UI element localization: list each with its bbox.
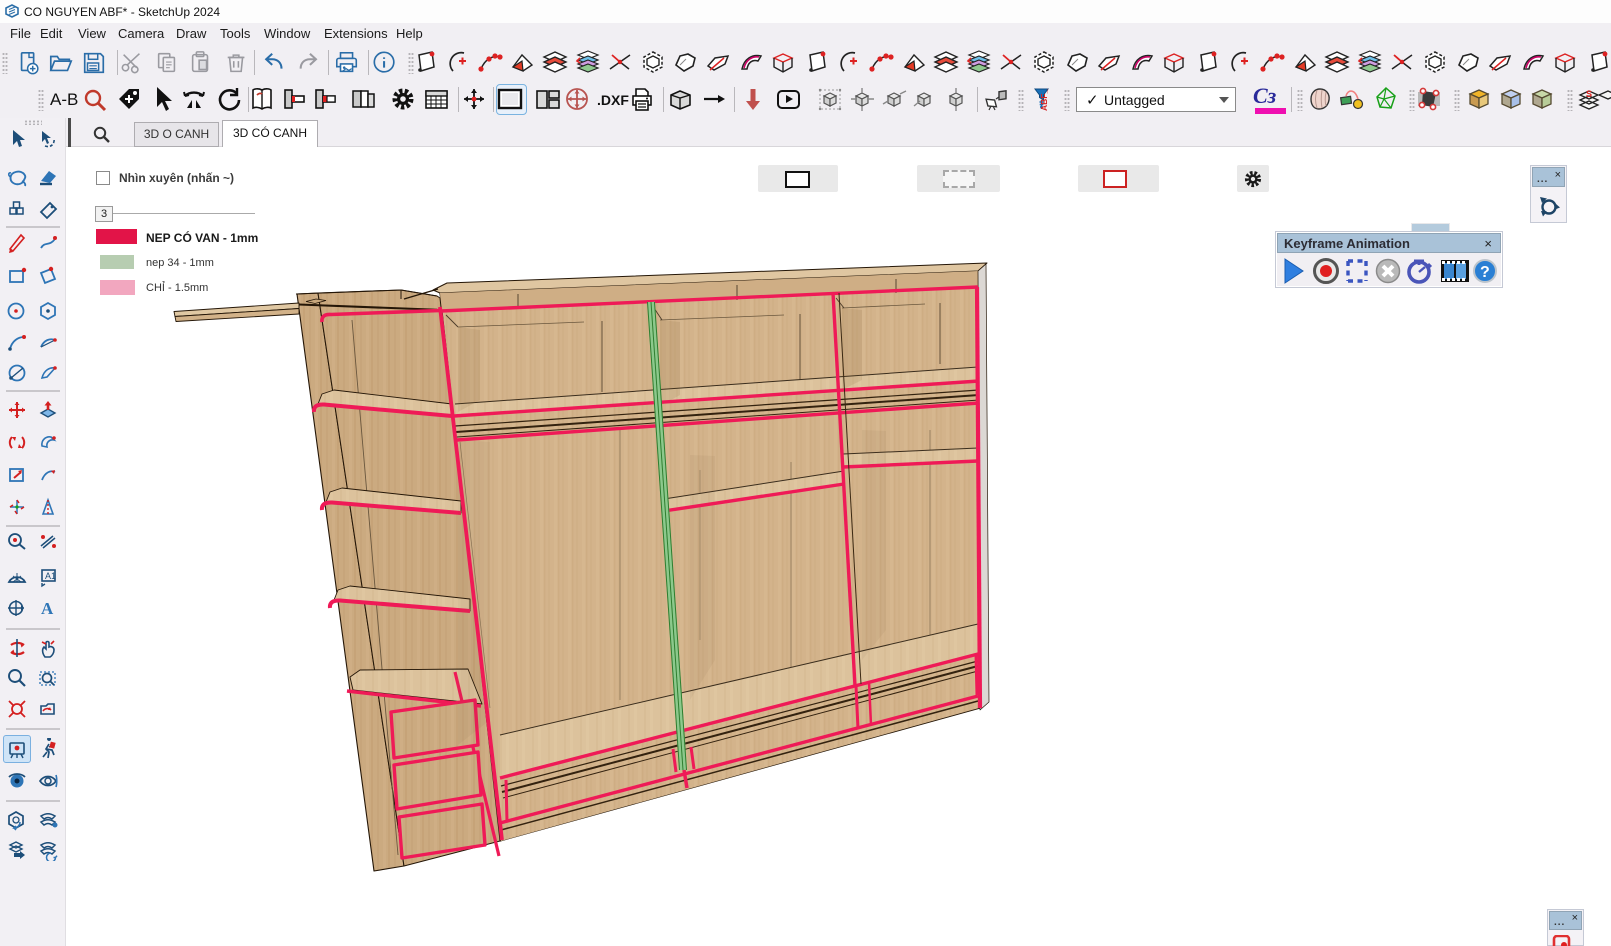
svg-text:?: ?: [1480, 264, 1490, 281]
